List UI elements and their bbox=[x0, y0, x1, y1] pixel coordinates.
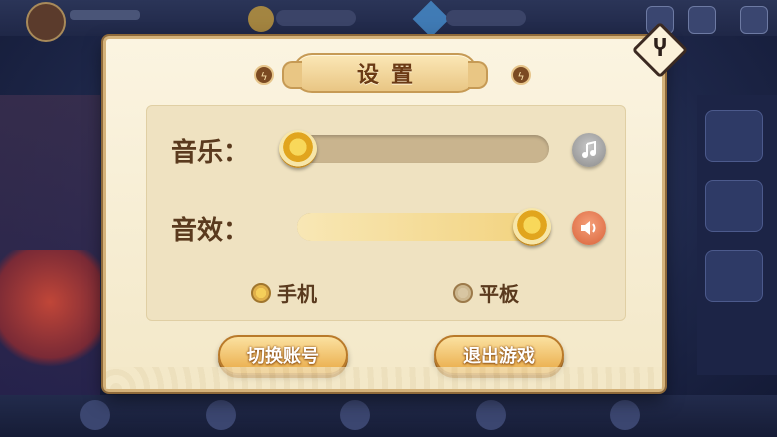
radio-selected-icon bbox=[251, 282, 271, 303]
ornament-icon: ϟ bbox=[254, 65, 274, 85]
sound-slider-knob[interactable] bbox=[513, 208, 551, 246]
music-note-icon bbox=[582, 141, 596, 158]
bottom-nav-icon[interactable] bbox=[206, 400, 236, 430]
settings-panel: 音乐： 音效： 手机 平板 bbox=[146, 105, 626, 321]
footer-cloud-decoration bbox=[106, 367, 662, 389]
coin-icon bbox=[248, 6, 274, 32]
title-banner: 设置 bbox=[282, 53, 488, 93]
character-art bbox=[0, 250, 100, 380]
settings-dialog: ϟ 设置 ϟ 音乐： 音效： 手机 平板 切换账号 退出游戏 bbox=[103, 36, 665, 392]
music-toggle-button[interactable] bbox=[572, 133, 606, 167]
sound-slider-fill bbox=[297, 213, 549, 241]
music-slider-knob[interactable] bbox=[279, 130, 317, 168]
sound-slider[interactable] bbox=[297, 213, 549, 241]
device-option-phone[interactable]: 手机 bbox=[251, 278, 317, 307]
sound-toggle-button[interactable] bbox=[572, 211, 606, 245]
ornament-icon: ϟ bbox=[511, 65, 531, 85]
side-menu-button[interactable] bbox=[705, 180, 763, 232]
side-menu-button[interactable] bbox=[705, 250, 763, 302]
sound-label: 音效： bbox=[171, 216, 250, 246]
avatar[interactable] bbox=[26, 2, 66, 42]
bottom-nav-icon[interactable] bbox=[476, 400, 506, 430]
menu-icon[interactable] bbox=[740, 6, 768, 34]
side-menu-button[interactable] bbox=[705, 110, 763, 162]
device-option-label: 手机 bbox=[277, 282, 317, 306]
rank-icon[interactable] bbox=[688, 6, 716, 34]
player-name-placeholder bbox=[70, 10, 140, 20]
bottom-bar bbox=[0, 395, 777, 437]
bottom-nav-icon[interactable] bbox=[80, 400, 110, 430]
bottom-nav-icon[interactable] bbox=[610, 400, 640, 430]
bottom-nav-icon[interactable] bbox=[340, 400, 370, 430]
device-option-tablet[interactable]: 平板 bbox=[453, 278, 519, 307]
speaker-icon bbox=[581, 221, 596, 235]
coin-balance bbox=[276, 10, 356, 26]
gem-balance bbox=[446, 10, 526, 26]
music-label: 音乐： bbox=[171, 138, 250, 168]
dialog-title: 设置 bbox=[356, 62, 425, 88]
music-slider[interactable] bbox=[287, 135, 549, 163]
close-icon: Ⴤ bbox=[653, 37, 667, 62]
radio-unselected-icon bbox=[453, 282, 473, 303]
device-option-label: 平板 bbox=[479, 282, 519, 306]
